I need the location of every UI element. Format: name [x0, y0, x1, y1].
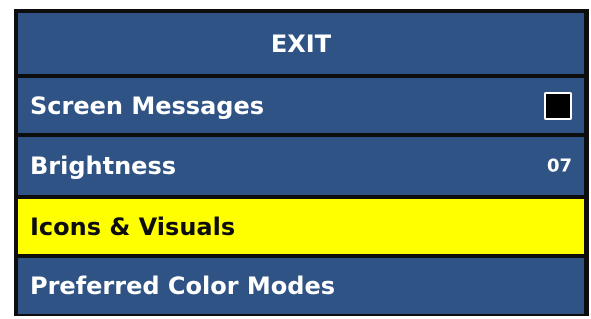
exit-label: EXIT — [270, 29, 332, 58]
menu-item-label: Screen Messages — [30, 91, 265, 120]
settings-menu: EXIT Screen Messages Brightness 07 Icons… — [14, 9, 589, 316]
menu-item-brightness[interactable]: Brightness 07 — [18, 137, 584, 195]
menu-item-preferred-color-modes[interactable]: Preferred Color Modes — [18, 258, 584, 314]
menu-item-label: Icons & Visuals — [30, 212, 236, 241]
menu-item-label: Preferred Color Modes — [30, 272, 336, 300]
exit-button[interactable]: EXIT — [18, 13, 584, 74]
brightness-value: 07 — [546, 155, 572, 177]
screen-messages-checkbox[interactable] — [544, 91, 572, 120]
menu-item-icons-visuals[interactable]: Icons & Visuals — [18, 199, 584, 254]
menu-item-screen-messages[interactable]: Screen Messages — [18, 78, 584, 133]
menu-item-label: Brightness — [30, 152, 177, 180]
